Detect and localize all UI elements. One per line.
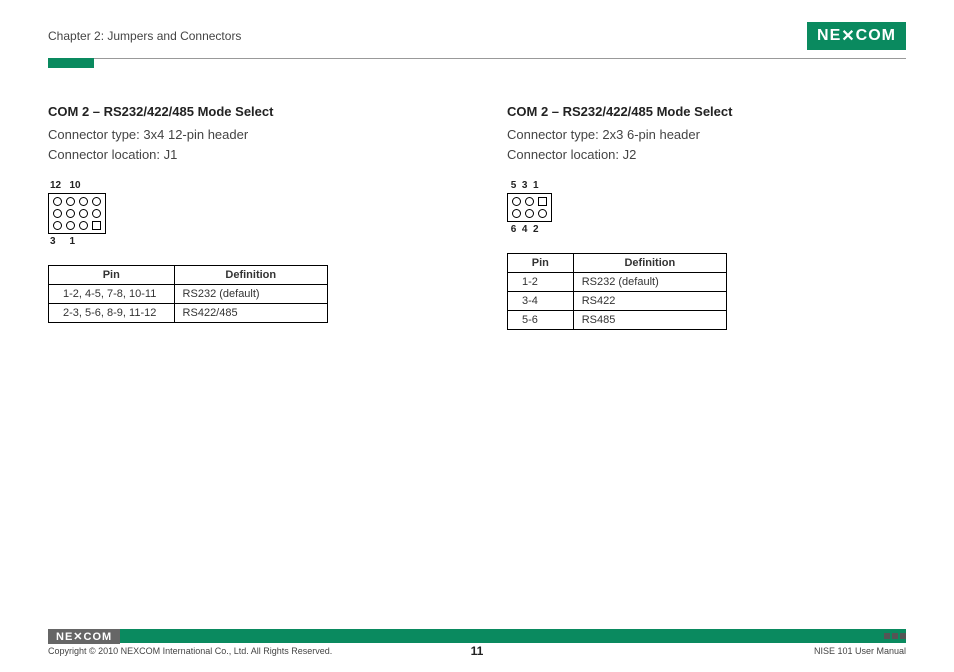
copyright-text: Copyright © 2010 NEXCOM International Co… xyxy=(48,646,332,656)
table-header-pin: Pin xyxy=(49,266,175,285)
table-row: 2-3, 5-6, 8-9, 11-12 RS422/485 xyxy=(49,304,328,323)
connector-type-right: Connector type: 2x3 6-pin header xyxy=(507,125,906,145)
footer-logo: NE✕COM xyxy=(48,629,120,644)
document-name: NISE 101 User Manual xyxy=(814,646,906,656)
accent-tab xyxy=(48,58,94,68)
table-header-def: Definition xyxy=(573,254,726,273)
table-row: 1-2 RS232 (default) xyxy=(508,273,727,292)
footer-marks-icon xyxy=(884,633,906,639)
connector-location-right: Connector location: J2 xyxy=(507,145,906,165)
pin-box-j1 xyxy=(48,193,106,234)
pin-label-top-j1: 12 10 xyxy=(48,180,447,191)
pin-box-j2 xyxy=(507,193,552,222)
header-rule xyxy=(48,58,906,59)
pin-diagram-j1: 12 10 3 1 xyxy=(48,180,447,247)
connector-location-left: Connector location: J1 xyxy=(48,145,447,165)
pin-label-top-j2: 5 3 1 xyxy=(507,180,906,191)
definition-table-j2: Pin Definition 1-2 RS232 (default) 3-4 R… xyxy=(507,253,727,330)
definition-table-j1: Pin Definition 1-2, 4-5, 7-8, 10-11 RS23… xyxy=(48,265,328,323)
connector-type-left: Connector type: 3x4 12-pin header xyxy=(48,125,447,145)
footer-bar: NE✕COM xyxy=(48,629,906,643)
section-title-left: COM 2 – RS232/422/485 Mode Select xyxy=(48,104,447,119)
table-row: 5-6 RS485 xyxy=(508,311,727,330)
table-header-def: Definition xyxy=(174,266,327,285)
page-number: 11 xyxy=(471,644,484,658)
section-title-right: COM 2 – RS232/422/485 Mode Select xyxy=(507,104,906,119)
table-row: 3-4 RS422 xyxy=(508,292,727,311)
brand-logo: NE✕COM xyxy=(807,22,906,50)
logo-x-icon: ✕ xyxy=(841,26,855,46)
pin-label-bot-j1: 3 1 xyxy=(48,236,447,247)
pin-diagram-j2: 5 3 1 6 4 2 xyxy=(507,180,906,235)
chapter-title: Chapter 2: Jumpers and Connectors xyxy=(48,29,241,43)
pin-label-bot-j2: 6 4 2 xyxy=(507,224,906,235)
table-row: 1-2, 4-5, 7-8, 10-11 RS232 (default) xyxy=(49,285,328,304)
table-header-pin: Pin xyxy=(508,254,574,273)
